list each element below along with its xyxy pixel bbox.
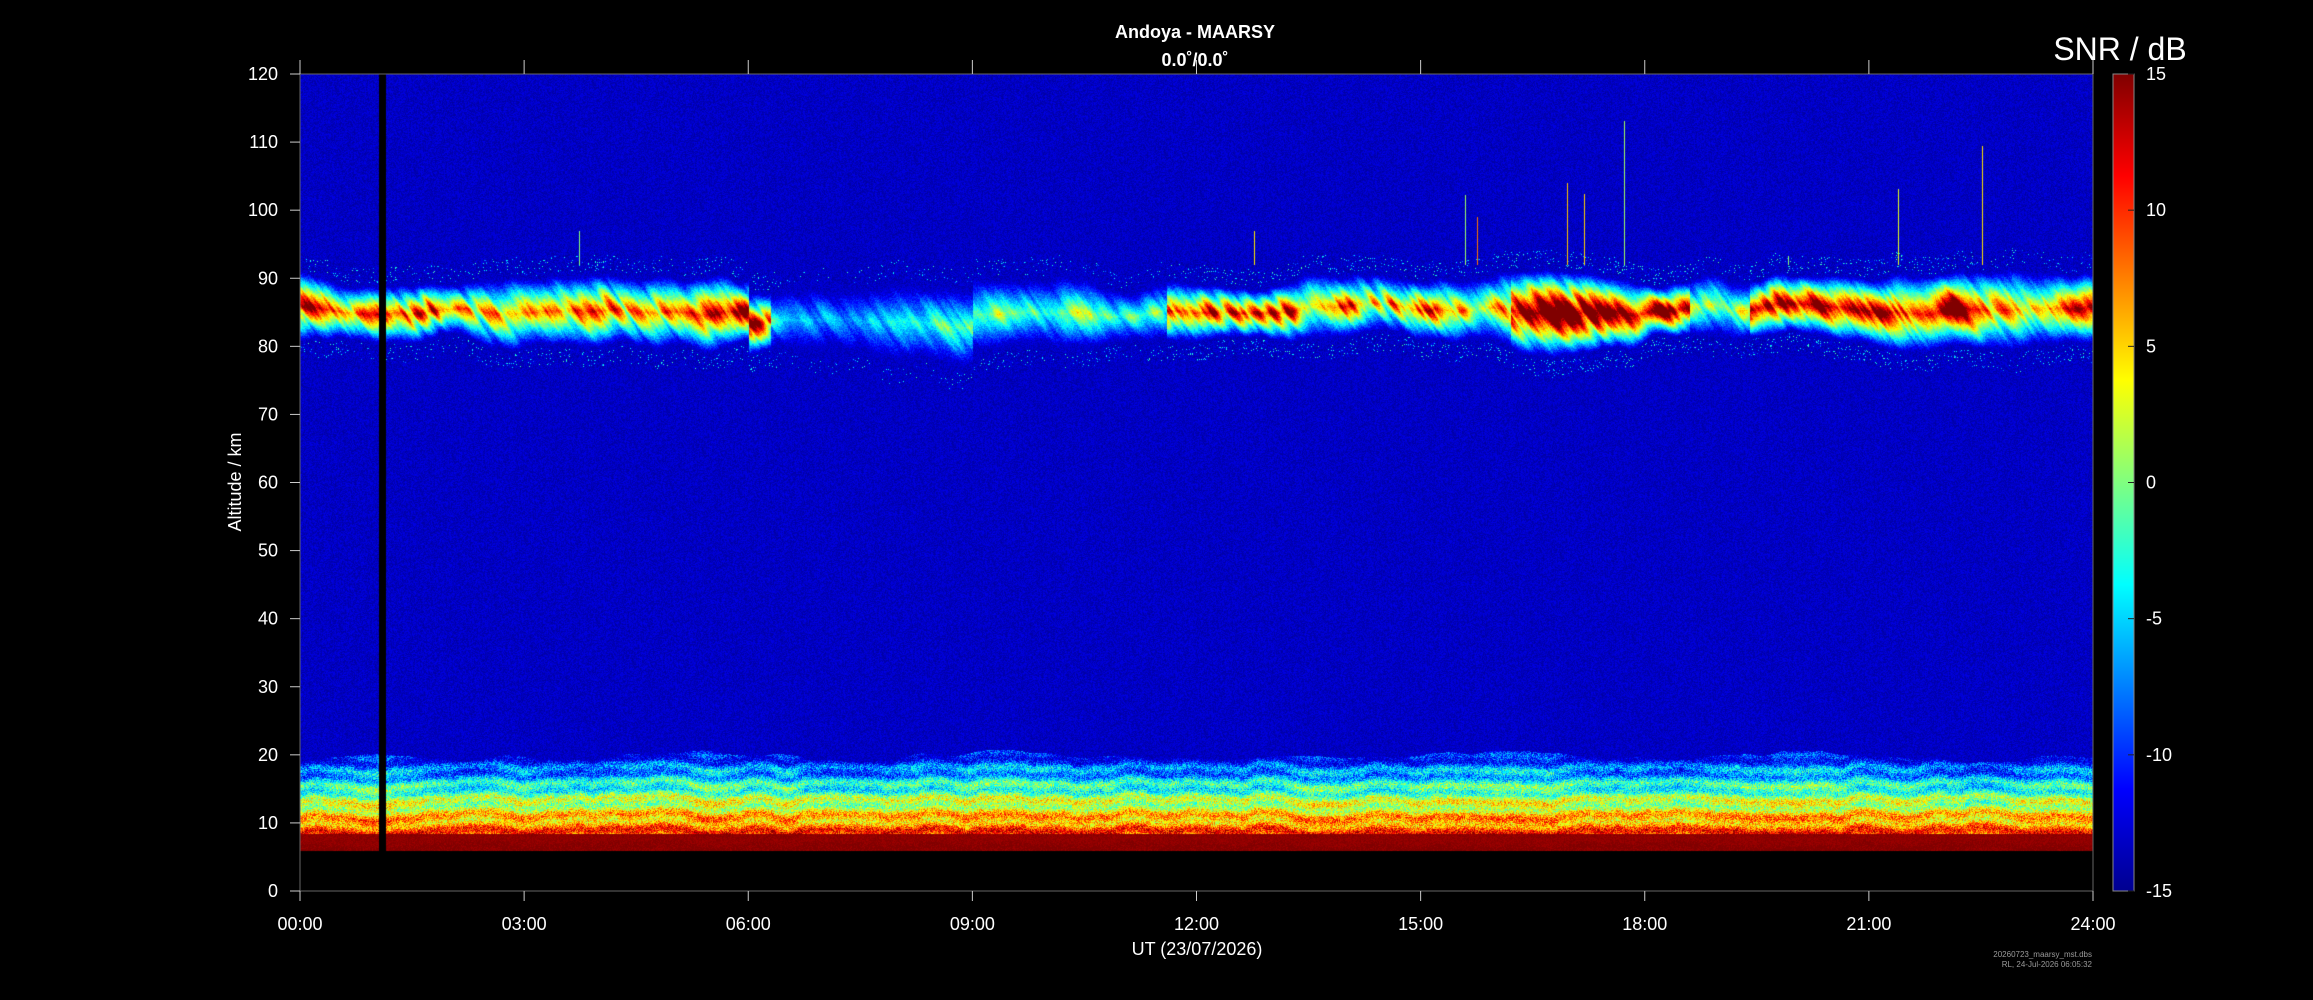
x-tick-label: 00:00 — [277, 914, 322, 934]
x-tick-label: 21:00 — [1846, 914, 1891, 934]
y-tick-label: 30 — [258, 677, 278, 697]
y-axis-label: Altitude / km — [225, 432, 245, 531]
y-tick-label: 120 — [248, 64, 278, 84]
y-tick-label: 70 — [258, 404, 278, 424]
footer-filename: 20260723_maarsy_mst.dbs — [1993, 950, 2092, 959]
snr-heatmap — [300, 74, 2093, 891]
colorbar-tick-label: -5 — [2146, 609, 2162, 629]
x-tick-label: 09:00 — [950, 914, 995, 934]
colorbar-tick-label: 15 — [2146, 64, 2166, 84]
colorbar-tick-label: 5 — [2146, 336, 2156, 356]
y-tick-label: 60 — [258, 473, 278, 493]
footer: 20260723_maarsy_mst.dbs RL, 24-Jul-2026 … — [1993, 950, 2092, 969]
heatmap-plot-area — [299, 73, 2094, 892]
colorbar-tick-label: -15 — [2146, 881, 2172, 901]
y-tick-label: 20 — [258, 745, 278, 765]
heatmap-canvas-holder — [300, 74, 2093, 891]
colorbar-tick-label: 10 — [2146, 200, 2166, 220]
y-tick-label: 0 — [268, 881, 278, 901]
y-tick-label: 100 — [248, 200, 278, 220]
x-axis-label: UT (23/07/2026) — [1132, 939, 1263, 959]
colorbar-tick-label: 0 — [2146, 473, 2156, 493]
colorbar-tick-label: -10 — [2146, 745, 2172, 765]
colorbar-label: SNR / dB — [2053, 31, 2186, 67]
x-tick-label: 15:00 — [1398, 914, 1443, 934]
y-tick-label: 10 — [258, 813, 278, 833]
chart-subtitle: 0.0˚/0.0˚ — [1161, 50, 1228, 70]
x-tick-label: 06:00 — [726, 914, 771, 934]
y-tick-label: 90 — [258, 268, 278, 288]
x-tick-label: 18:00 — [1622, 914, 1667, 934]
footer-timestamp: RL, 24-Jul-2026 06:05:32 — [2002, 960, 2093, 969]
y-tick-label: 110 — [249, 132, 278, 152]
y-tick-label: 80 — [258, 336, 278, 356]
x-tick-label: 12:00 — [1174, 914, 1219, 934]
x-tick-label: 03:00 — [502, 914, 547, 934]
y-tick-label: 50 — [258, 541, 278, 561]
chart-title: Andoya - MAARSY — [1115, 22, 1275, 42]
y-tick-label: 40 — [258, 609, 278, 629]
x-tick-label: 24:00 — [2070, 914, 2115, 934]
maarsy-snr-figure: Andoya - MAARSY 0.0˚/0.0˚ 00:00 03:00 06:0… — [0, 0, 2313, 1000]
